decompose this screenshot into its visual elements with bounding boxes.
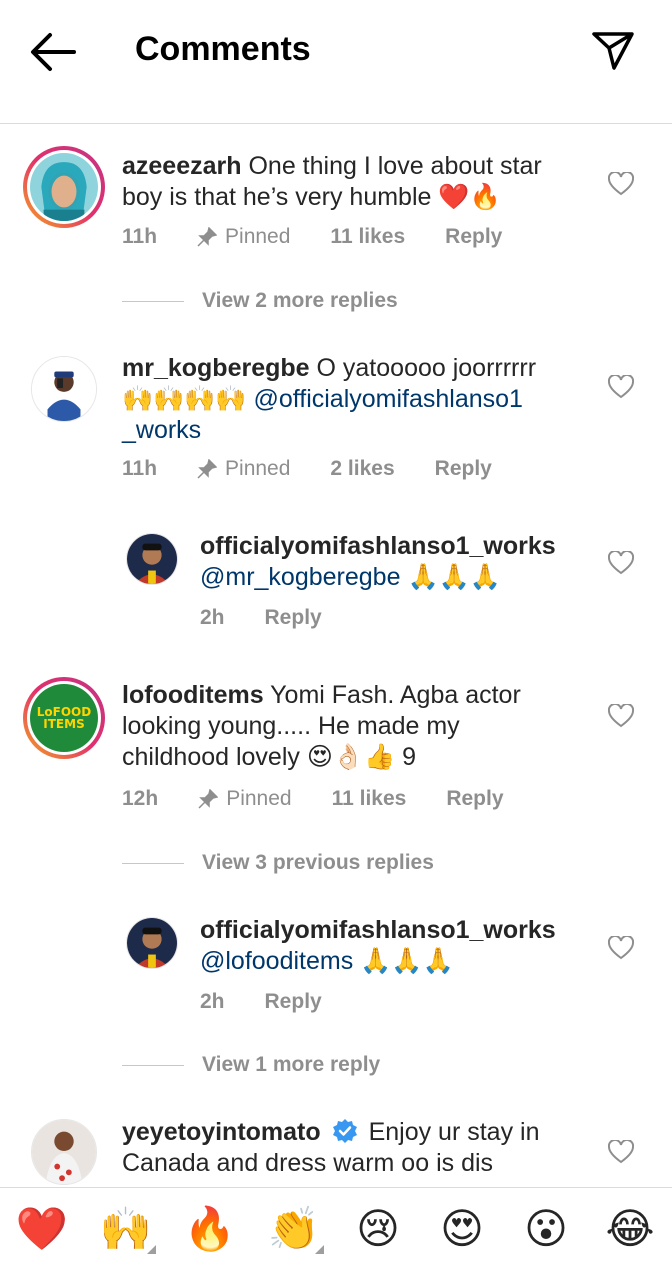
profile-photo-icon xyxy=(30,153,98,221)
comment-time: 2h xyxy=(200,606,225,629)
emoji-surprised-button[interactable]: 😮 xyxy=(516,1204,576,1254)
comment-body-line: O yatooooo joorrrrrr xyxy=(316,354,537,382)
reply-text: officialyomifashlanso1_works @mr_kogbere… xyxy=(200,531,600,593)
paper-plane-icon xyxy=(592,32,634,70)
profile-photo-icon xyxy=(32,357,96,421)
emoji-heart-button[interactable]: ❤️ xyxy=(12,1204,72,1254)
mention-link[interactable]: @lofooditems xyxy=(200,947,353,975)
emoji-variant-indicator xyxy=(147,1245,156,1254)
comment-text: azeeezarh One thing I love about star bo… xyxy=(122,151,572,213)
likes-count[interactable]: 2 likes xyxy=(330,457,394,481)
mention-link[interactable]: @mr_kogberegbe xyxy=(200,563,401,591)
mention-link[interactable]: _works xyxy=(122,416,201,444)
comment-body-line: Yomi Fash. Agba actor xyxy=(270,681,521,709)
pinned-label: Pinned xyxy=(197,457,290,481)
reply-button[interactable]: Reply xyxy=(265,606,322,630)
reply-username[interactable]: officialyomifashlanso1_works xyxy=(200,532,556,560)
pin-icon xyxy=(197,459,218,479)
comment-text: mr_kogberegbe O yatooooo joorrrrrr 🙌🙌🙌🙌 … xyxy=(122,353,572,446)
pinned-label: Pinned xyxy=(198,787,292,811)
comment-body-line: childhood lovely 😍👌🏻👍 9 xyxy=(122,743,417,771)
emoji-variant-indicator xyxy=(315,1245,324,1254)
avatar[interactable] xyxy=(31,1119,97,1185)
profile-photo-icon xyxy=(127,918,177,968)
comment-text: yeyetoyintomato Enjoy ur stay in Canada … xyxy=(122,1117,582,1179)
reply-button[interactable]: Reply xyxy=(265,990,322,1014)
share-button[interactable] xyxy=(590,28,636,72)
like-heart-icon[interactable] xyxy=(607,934,635,960)
like-heart-icon[interactable] xyxy=(607,1138,635,1164)
emoji-laughing-button[interactable]: 😂 xyxy=(600,1204,660,1254)
pin-icon xyxy=(198,789,219,809)
pin-icon xyxy=(197,227,218,247)
emoji-fire-button[interactable]: 🔥 xyxy=(180,1204,240,1254)
view-more-replies[interactable]: View 1 more reply xyxy=(122,1053,380,1077)
profile-photo-icon xyxy=(32,1120,96,1184)
profile-photo-icon xyxy=(127,534,177,584)
page-title: Comments xyxy=(135,30,311,68)
avatar[interactable] xyxy=(31,356,97,422)
emoji-heart-eyes-button[interactable]: 😍 xyxy=(432,1204,492,1254)
reply-button[interactable]: Reply xyxy=(446,787,503,811)
mention-link[interactable]: @officialyomifashlanso1 xyxy=(253,385,523,413)
verified-badge-icon xyxy=(332,1119,357,1143)
avatar-logo-text: ITEMS xyxy=(43,717,85,731)
reply-button[interactable]: Reply xyxy=(435,457,492,481)
divider-line xyxy=(122,300,184,302)
divider-line xyxy=(122,862,184,864)
emoji-raising-hands-button[interactable]: 🙌 xyxy=(96,1204,156,1254)
reply-button[interactable]: Reply xyxy=(445,225,502,249)
quick-emoji-bar: ❤️ 🙌 🔥 👏 😢 😍 😮 😂 xyxy=(0,1187,672,1273)
pinned-label: Pinned xyxy=(197,225,290,249)
back-button[interactable] xyxy=(28,30,78,74)
comments-header: Comments xyxy=(0,0,672,124)
avatar[interactable] xyxy=(23,146,105,228)
comment-body-line: Enjoy ur stay in xyxy=(368,1118,540,1146)
comment-body-line: looking young..... He made my xyxy=(122,712,460,740)
arrow-left-icon xyxy=(31,33,76,71)
avatar[interactable]: LoFOOD ITEMS xyxy=(23,677,105,759)
comment-body-line: One thing I love about star xyxy=(248,152,542,180)
comment-emoji: 🙌🙌🙌🙌 xyxy=(122,385,247,413)
comment-body-line: boy is that he’s very humble ❤️🔥 xyxy=(122,183,501,211)
divider-line xyxy=(122,1064,184,1066)
reply-meta: 2h Reply xyxy=(200,606,362,630)
comment-meta: 11h Pinned 11 likes Reply xyxy=(122,225,542,249)
comment-time: 2h xyxy=(200,990,225,1013)
comment-meta: 11h Pinned 2 likes Reply xyxy=(122,457,532,481)
comments-list[interactable]: azeeezarh One thing I love about star bo… xyxy=(0,125,672,1185)
reply-text: officialyomifashlanso1_works @lofooditem… xyxy=(200,915,600,977)
comment-username[interactable]: mr_kogberegbe xyxy=(122,354,310,382)
comment-body-line: Canada and dress warm oo is dis xyxy=(122,1149,494,1177)
emoji-clapping-button[interactable]: 👏 xyxy=(264,1204,324,1254)
comment-username[interactable]: azeeezarh xyxy=(122,152,242,180)
comment-time: 11h xyxy=(122,457,158,480)
comment-emoji: 🙏🙏🙏 xyxy=(407,563,501,591)
reply-username[interactable]: officialyomifashlanso1_works xyxy=(200,916,556,944)
like-heart-icon[interactable] xyxy=(607,170,635,196)
likes-count[interactable]: 11 likes xyxy=(332,787,407,811)
comment-time: 11h xyxy=(122,225,158,248)
comment-emoji: 🙏🙏🙏 xyxy=(360,947,454,975)
emoji-crying-button[interactable]: 😢 xyxy=(348,1204,408,1254)
view-previous-replies[interactable]: View 3 previous replies xyxy=(122,851,434,875)
like-heart-icon[interactable] xyxy=(607,373,635,399)
avatar[interactable] xyxy=(126,533,178,585)
avatar[interactable] xyxy=(126,917,178,969)
view-more-replies[interactable]: View 2 more replies xyxy=(122,289,398,313)
likes-count[interactable]: 11 likes xyxy=(330,225,405,249)
comment-username[interactable]: yeyetoyintomato xyxy=(122,1118,321,1146)
comment-text: lofooditems Yomi Fash. Agba actor lookin… xyxy=(122,680,572,773)
comment-username[interactable]: lofooditems xyxy=(122,681,264,709)
comment-meta: 12h Pinned 11 likes Reply xyxy=(122,787,544,811)
like-heart-icon[interactable] xyxy=(607,549,635,575)
comment-time: 12h xyxy=(122,787,159,810)
reply-meta: 2h Reply xyxy=(200,990,362,1014)
like-heart-icon[interactable] xyxy=(607,702,635,728)
